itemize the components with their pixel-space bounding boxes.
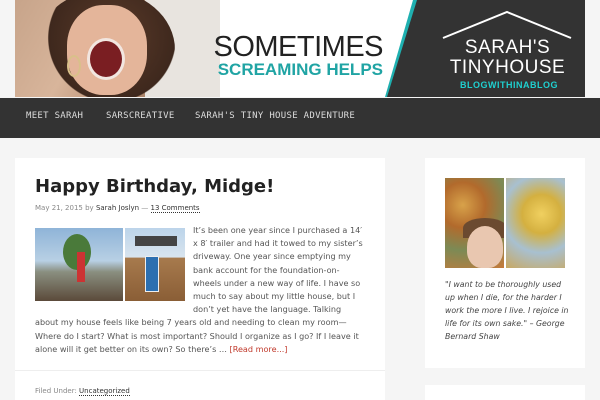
category-link[interactable]: Uncategorized [79,387,130,396]
sidebar-photo [445,178,565,268]
header-tagline: SOMETIMES SCREAMING HELPS [183,33,383,79]
main-nav: MEET SARAH SARSCREATIVE SARAH'S TINY HOU… [0,98,600,138]
post-meta-separator: — [141,204,149,212]
post-footer: Filed Under: Uncategorized [35,387,130,396]
site-logo[interactable]: SARAH'S TINYHOUSE BLOGWITHINABLOG [435,8,585,96]
sidebar-widget-next [425,385,585,400]
sidebar-widget-quote: "I want to be thoroughly used up when I … [425,158,585,368]
post-title[interactable]: Happy Birthday, Midge! [35,176,274,197]
site-header: SOMETIMES SCREAMING HELPS SARAH'S TINYHO… [15,0,585,97]
sidebar-photo-face [467,226,503,268]
sidebar-quote: "I want to be thoroughly used up when I … [445,280,569,341]
logo-line2: TINYHOUSE [449,57,566,78]
filed-under-label: Filed Under: [35,387,77,395]
tagline-line2: SCREAMING HELPS [217,60,383,79]
nav-item-tiny-house-adventure[interactable]: SARAH'S TINY HOUSE ADVENTURE [195,111,355,121]
logo-line1: SARAH'S [464,37,551,58]
post-by: by [85,204,94,212]
nav-item-sarscreative[interactable]: SARSCREATIVE [106,111,175,121]
header-photo-mouth [87,38,125,80]
sidebar-photo-tree [506,178,565,268]
house-roof-icon [442,10,572,39]
post-meta: May 21, 2015 by Sarah Joslyn — 13 Commen… [35,204,200,213]
tagline-line1: SOMETIMES [213,31,383,63]
post-footer-divider [15,370,385,371]
nav-item-meet-sarah[interactable]: MEET SARAH [26,111,83,121]
post-author-link[interactable]: Sarah Joslyn [96,204,139,212]
post-comments-link[interactable]: 13 Comments [150,204,200,213]
header-photo-earring [67,55,81,77]
post-article: Happy Birthday, Midge! May 21, 2015 by S… [15,158,385,400]
excerpt-image-spacer [35,224,193,304]
logo-line3: BLOGWITHINABLOG [460,80,558,90]
post-date: May 21, 2015 [35,204,83,212]
read-more-link[interactable]: [Read more...] [230,344,288,354]
post-excerpt: It’s been one year since I purchased a 1… [35,224,365,356]
